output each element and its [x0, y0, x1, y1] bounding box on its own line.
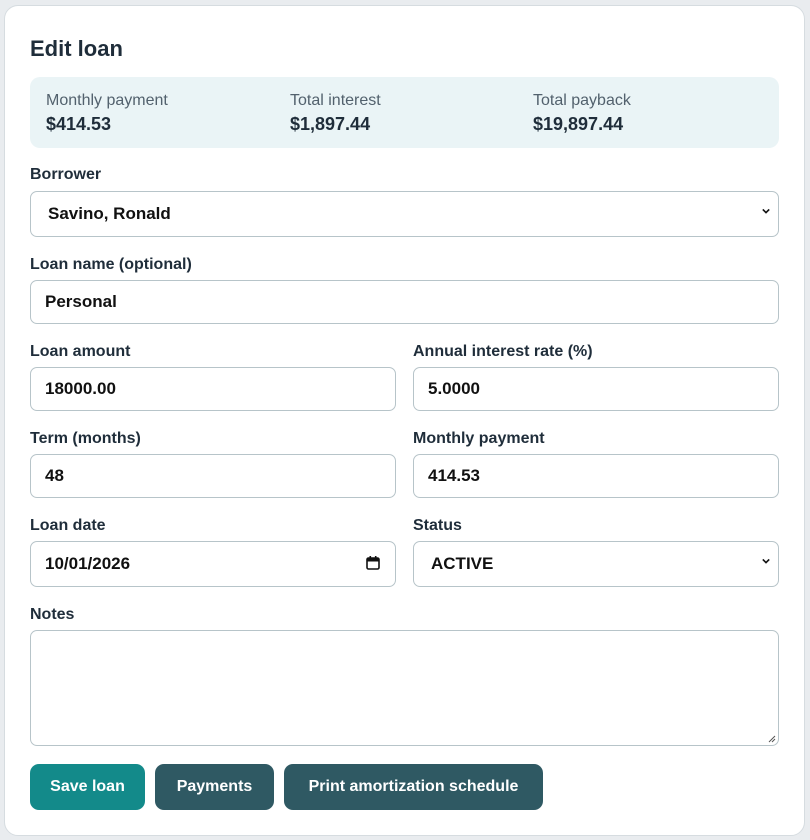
summary-monthly-payment: Monthly payment $414.53 [46, 92, 168, 135]
term-label: Term (months) [30, 430, 141, 447]
chevron-down-icon [762, 558, 770, 564]
status-label: Status [413, 517, 462, 534]
interest-rate-label: Annual interest rate (%) [413, 343, 593, 360]
edit-loan-card: Edit loan Monthly payment $414.53 Total … [4, 5, 805, 836]
loan-summary-panel: Monthly payment $414.53 Total interest $… [30, 77, 779, 148]
calendar-icon[interactable] [366, 556, 380, 570]
loan-name-label: Loan name (optional) [30, 256, 192, 273]
interest-rate-value: 5.0000 [428, 379, 480, 398]
resize-handle-icon[interactable] [768, 735, 776, 743]
notes-textarea[interactable] [30, 630, 779, 746]
loan-date-value: 10/01/2026 [45, 554, 131, 573]
borrower-value: Savino, Ronald [48, 204, 171, 223]
summary-value: $414.53 [46, 114, 112, 134]
loan-amount-input[interactable]: 18000.00 [30, 367, 396, 411]
loan-date-input[interactable]: 10/01/2026 [30, 541, 396, 587]
summary-value: $19,897.44 [533, 114, 624, 134]
summary-label: Monthly payment [46, 92, 168, 109]
status-select[interactable]: ACTIVE [413, 541, 779, 587]
borrower-label: Borrower [30, 166, 102, 183]
monthly-payment-value: 414.53 [428, 466, 480, 485]
summary-value: $1,897.44 [290, 114, 371, 134]
notes-label: Notes [30, 606, 75, 623]
interest-rate-input[interactable]: 5.0000 [413, 367, 779, 411]
borrower-select[interactable]: Savino, Ronald [30, 191, 779, 237]
chevron-down-icon [762, 208, 770, 214]
loan-amount-value: 18000.00 [45, 379, 116, 398]
summary-total-interest: Total interest $1,897.44 [290, 92, 381, 135]
payments-button[interactable]: Payments [155, 764, 274, 810]
loan-name-input[interactable]: Personal [30, 280, 779, 324]
term-input[interactable]: 48 [30, 454, 396, 498]
summary-label: Total payback [533, 92, 631, 109]
loan-date-label: Loan date [30, 517, 106, 534]
monthly-payment-input[interactable]: 414.53 [413, 454, 779, 498]
summary-label: Total interest [290, 92, 381, 109]
loan-amount-label: Loan amount [30, 343, 131, 360]
monthly-payment-label: Monthly payment [413, 430, 545, 447]
loan-name-value: Personal [45, 292, 117, 311]
page-title: Edit loan [30, 36, 123, 61]
status-value: ACTIVE [431, 554, 494, 573]
print-amortization-button[interactable]: Print amortization schedule [284, 764, 543, 810]
term-value: 48 [45, 466, 64, 485]
save-loan-button[interactable]: Save loan [30, 764, 145, 810]
summary-total-payback: Total payback $19,897.44 [533, 92, 631, 135]
